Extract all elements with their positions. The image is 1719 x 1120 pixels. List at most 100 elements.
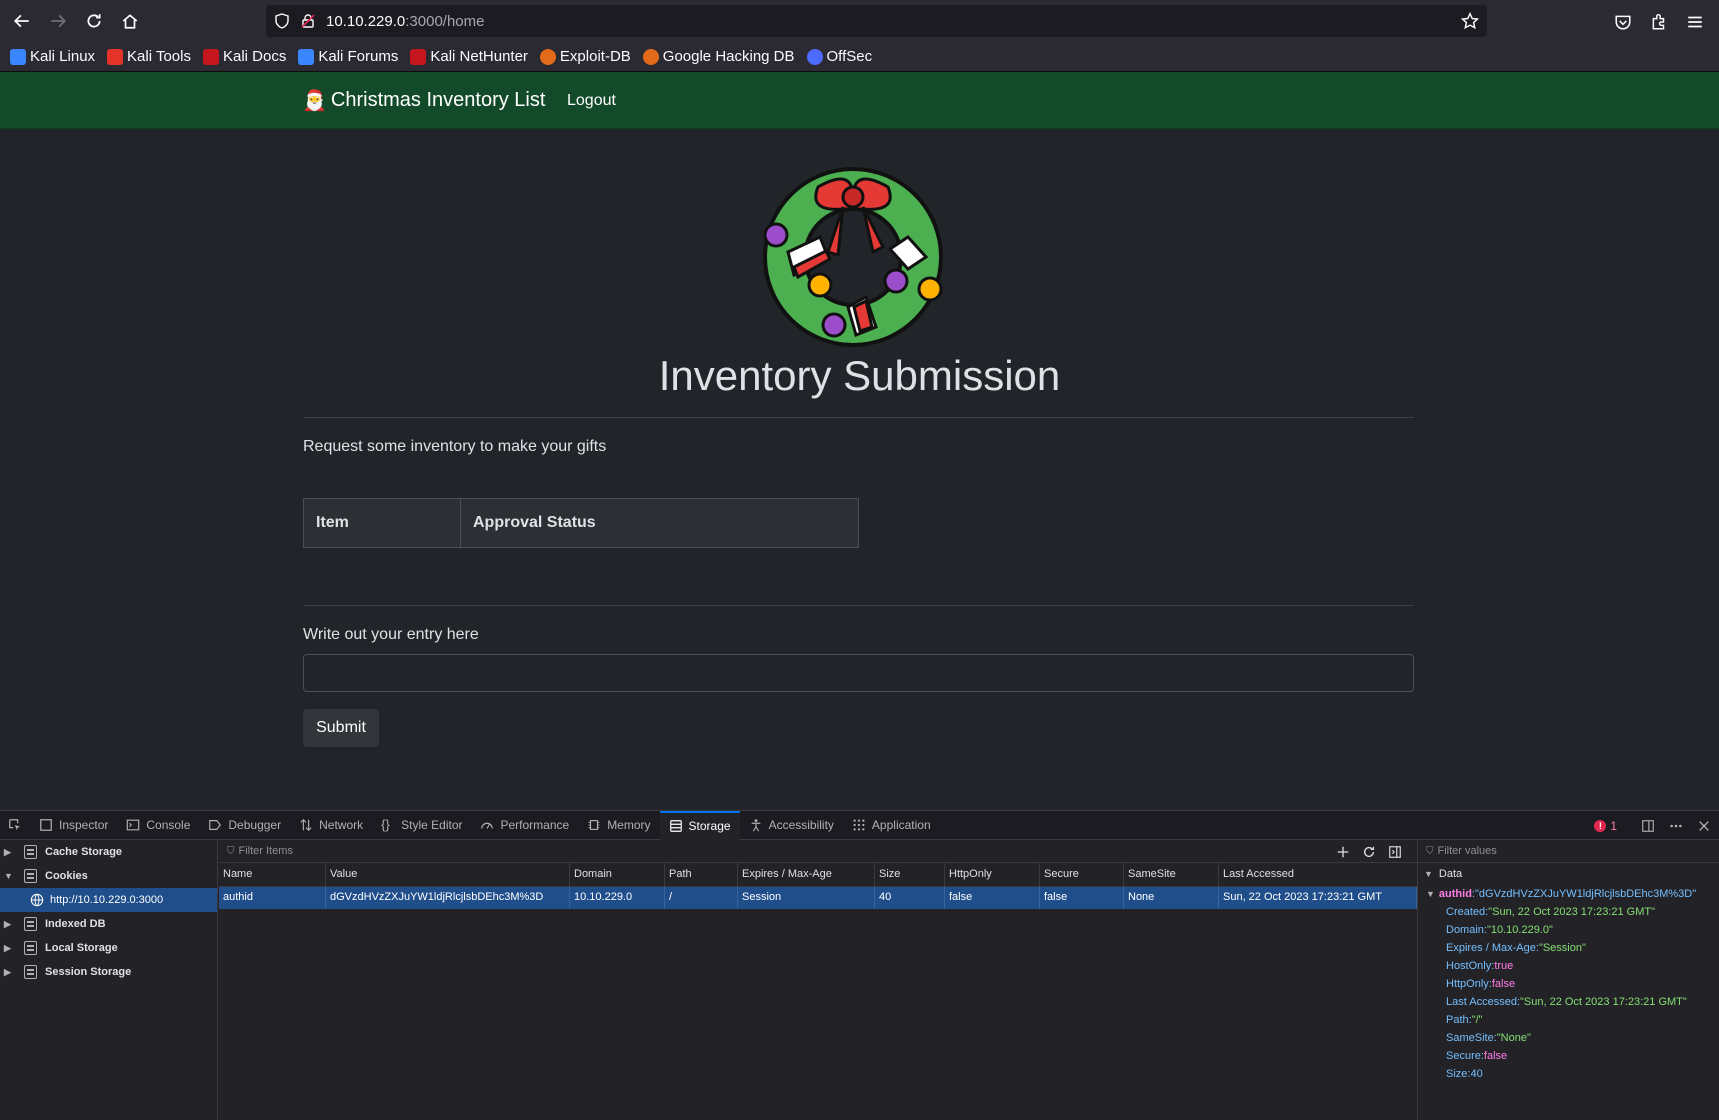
reload-icon (87, 14, 101, 28)
home-button[interactable] (112, 3, 148, 39)
cell-name[interactable]: authid (219, 887, 326, 909)
table-row[interactable]: authid dGVzdHVzZXJuYW1ldjRlcjlsbDEhc3M%3… (219, 887, 1417, 909)
cell-httponly[interactable]: false (945, 887, 1040, 909)
url-host: 10.10.229.0 (326, 12, 406, 30)
tab-label: Console (146, 818, 191, 832)
column-header-expires[interactable]: Expires / Max-Age (738, 863, 875, 886)
cookie-field-samesite[interactable]: SameSite: "None" (1418, 1029, 1719, 1047)
cell-value[interactable]: dGVzdHVzZXJuYW1ldjRlcjlsbDEhc3M%3D (326, 887, 570, 909)
submit-button[interactable]: Submit (303, 709, 379, 747)
add-item-button[interactable] (1331, 842, 1355, 862)
back-button[interactable] (4, 3, 40, 39)
collapse-arrow-icon: ▼ (1426, 889, 1435, 899)
filter-values-input[interactable]: ⛉ Filter values (1418, 840, 1719, 863)
tab-application[interactable]: Application (843, 811, 940, 840)
reload-button[interactable] (76, 3, 112, 39)
bookmark-kali-nethunter[interactable]: Kali NetHunter (410, 48, 528, 65)
column-header-httponly[interactable]: HttpOnly (945, 863, 1040, 886)
error-count-badge[interactable]: ! 1 (1594, 819, 1617, 833)
cookie-field-path[interactable]: Path: "/" (1418, 1011, 1719, 1029)
bookmark-google-hacking-db[interactable]: Google Hacking DB (642, 48, 795, 65)
cell-samesite[interactable]: None (1124, 887, 1219, 909)
devtools-menu-button[interactable] (1663, 813, 1689, 839)
bookmark-kali-linux[interactable]: Kali Linux (10, 48, 95, 65)
tab-inspector[interactable]: Inspector (30, 811, 117, 840)
pocket-button[interactable] (1605, 4, 1641, 40)
bookmark-kali-tools[interactable]: Kali Tools (107, 48, 191, 65)
field-key: Size (1446, 1068, 1468, 1080)
site-navbar: 🎅 Christmas Inventory List Logout (0, 72, 1719, 129)
extensions-button[interactable] (1641, 4, 1677, 40)
filter-icon: ⛉ (1426, 845, 1434, 857)
cookie-root-entry[interactable]: ▼ authid: "dGVzdHVzZXJuYW1ldjRlcjlsbDEhc3… (1418, 885, 1719, 903)
column-header-last-accessed[interactable]: Last Accessed (1219, 863, 1417, 886)
storage-icon (24, 917, 37, 931)
column-header-value[interactable]: Value (326, 863, 570, 886)
tree-item-local-storage[interactable]: ▶ Local Storage (0, 936, 217, 960)
cell-secure[interactable]: false (1040, 887, 1124, 909)
column-header-samesite[interactable]: SameSite (1124, 863, 1219, 886)
element-picker-button[interactable] (0, 811, 30, 840)
cell-expires[interactable]: Session (738, 887, 875, 909)
cell-size[interactable]: 40 (875, 887, 945, 909)
site-brand[interactable]: 🎅 Christmas Inventory List (302, 88, 545, 113)
cell-domain[interactable]: 10.10.229.0 (570, 887, 665, 909)
cookie-field-expires-max-age[interactable]: Expires / Max-Age: "Session" (1418, 939, 1719, 957)
bookmark-label: OffSec (826, 48, 873, 65)
tab-console[interactable]: Console (117, 811, 199, 840)
picker-icon (9, 819, 21, 831)
tab-debugger[interactable]: Debugger (199, 811, 290, 840)
logout-link[interactable]: Logout (567, 92, 616, 110)
tree-item-session-storage[interactable]: ▶ Session Storage (0, 960, 217, 984)
toggle-sidebar-button[interactable] (1383, 842, 1407, 862)
refresh-items-button[interactable] (1357, 842, 1381, 862)
cookie-field-hostonly[interactable]: HostOnly: true (1418, 957, 1719, 975)
shield-icon (274, 13, 290, 29)
cookie-field-size[interactable]: Size:40 (1418, 1065, 1719, 1083)
kali-dragon-icon (10, 48, 26, 65)
cookie-field-created[interactable]: Created: "Sun, 22 Oct 2023 17:23:21 GMT" (1418, 903, 1719, 921)
forward-button[interactable] (40, 3, 76, 39)
field-key: Last Accessed (1446, 996, 1517, 1008)
tree-label: Cookies (45, 870, 88, 882)
tab-performance[interactable]: Performance (471, 811, 578, 840)
devtools-close-button[interactable] (1691, 813, 1717, 839)
cell-path[interactable]: / (665, 887, 738, 909)
tab-style-editor[interactable]: {} Style Editor (372, 811, 471, 840)
url-bar[interactable]: 10.10.229.0:3000/home (266, 5, 1487, 37)
tab-label: Network (319, 818, 364, 832)
data-section-header[interactable]: ▼ Data (1418, 863, 1719, 885)
tab-label: Application (871, 818, 931, 832)
column-header-secure[interactable]: Secure (1040, 863, 1124, 886)
column-header-size[interactable]: Size (875, 863, 945, 886)
field-key: HostOnly (1446, 960, 1492, 972)
field-value: false (1491, 978, 1516, 990)
bookmark-kali-forums[interactable]: Kali Forums (298, 48, 398, 65)
filter-items-input[interactable]: ⛉ Filter Items (219, 840, 1417, 863)
menu-button[interactable] (1677, 4, 1713, 40)
entry-input[interactable] (303, 654, 1414, 692)
column-header-path[interactable]: Path (665, 863, 738, 886)
tree-item-cookies[interactable]: ▼ Cookies (0, 864, 217, 888)
cell-last-accessed[interactable]: Sun, 22 Oct 2023 17:23:21 GMT (1219, 887, 1417, 909)
section-label: Data (1438, 868, 1463, 880)
bookmark-offsec[interactable]: OffSec (806, 48, 873, 65)
cookie-field-last-accessed[interactable]: Last Accessed: "Sun, 22 Oct 2023 17:23:21… (1418, 993, 1719, 1011)
tab-storage[interactable]: Storage (659, 810, 740, 840)
tree-item-cache-storage[interactable]: ▶ Cache Storage (0, 840, 217, 864)
bookmark-kali-docs[interactable]: Kali Docs (202, 48, 286, 65)
tab-accessibility[interactable]: Accessibility (740, 811, 843, 840)
dock-toggle-button[interactable] (1635, 813, 1661, 839)
cookie-field-httponly[interactable]: HttpOnly: false (1418, 975, 1719, 993)
bookmark-exploit-db[interactable]: Exploit-DB (539, 48, 631, 65)
cookie-field-secure[interactable]: Secure: false (1418, 1047, 1719, 1065)
tab-network[interactable]: Network (290, 811, 372, 840)
field-key: Secure (1446, 1050, 1481, 1062)
tab-memory[interactable]: Memory (578, 811, 659, 840)
bookmark-star-icon[interactable] (1460, 11, 1480, 30)
tree-item-indexed-db[interactable]: ▶ Indexed DB (0, 912, 217, 936)
tree-item-cookie-origin[interactable]: http://10.10.229.0:3000 (0, 888, 217, 912)
column-header-domain[interactable]: Domain (570, 863, 665, 886)
column-header-name[interactable]: Name (219, 863, 326, 886)
cookie-field-domain[interactable]: Domain: "10.10.229.0" (1418, 921, 1719, 939)
